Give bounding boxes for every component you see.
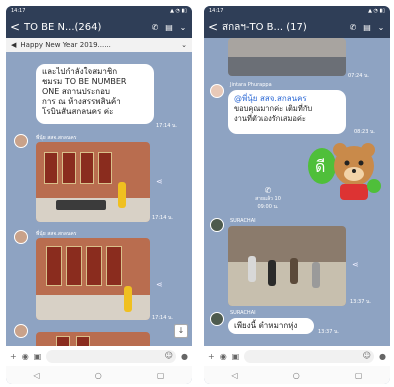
message-input[interactable]: ☺	[244, 349, 375, 363]
nav-back-icon[interactable]: ◁	[34, 371, 40, 380]
bear-sticker[interactable]: ดี	[304, 136, 384, 206]
nav-back-icon[interactable]: ◁	[232, 371, 238, 380]
message-input-bar: + ◉ ▣ ☺ ●	[6, 346, 192, 366]
status-icons: ▲ ◔ ▮▯	[170, 8, 187, 14]
message-input-bar: + ◉ ▣ ☺ ●	[204, 346, 390, 366]
system-nav-bar: ◁ ○ ▢	[204, 366, 390, 384]
chat-title: สกลฯ-TO B... (17)	[222, 21, 307, 33]
message-text: ขอบคุณมากค่ะ เติมที่กับ งานที่ตัวเองรักเ…	[234, 104, 313, 123]
camera-icon[interactable]: ◉	[22, 352, 29, 361]
nav-recent-icon[interactable]: ▢	[355, 371, 363, 380]
camera-icon[interactable]: ◉	[220, 352, 227, 361]
announcement-bar[interactable]: ◀ Happy New Year 2019...... ⌄	[6, 38, 192, 52]
chat-header: < TO BE N...(264) ✆ ▤ ⌄	[6, 16, 192, 38]
share-icon[interactable]: ⋖	[352, 260, 359, 269]
share-icon[interactable]: ⋖	[156, 177, 163, 186]
avatar[interactable]	[14, 324, 28, 338]
announcement-text: Happy New Year 2019......	[20, 41, 111, 49]
share-icon[interactable]: ⋖	[156, 280, 163, 289]
speaker-icon: ◀	[11, 41, 17, 49]
avatar[interactable]	[210, 218, 224, 232]
avatar[interactable]	[210, 84, 224, 98]
call-duration: 09:00 น.	[257, 204, 279, 210]
image-icon[interactable]: ▣	[232, 352, 240, 361]
back-icon[interactable]: <	[208, 20, 218, 34]
message-bubble[interactable]: เพียงนี้ ตำหมากหุ่ง	[228, 318, 314, 334]
system-nav-bar: ◁ ○ ▢	[6, 366, 192, 384]
sender-name: พี่นุ้ย สสจ.สกลนคร	[36, 231, 77, 237]
message-input[interactable]: ☺	[46, 349, 177, 363]
message-time: 17:14 น.	[156, 123, 178, 129]
mic-icon[interactable]: ●	[379, 352, 386, 361]
message-bubble[interactable]: และไปกำลังใจสมาชิก ชมรม TO BE NUMBER ONE…	[36, 64, 154, 124]
message-time: 13:37 น.	[350, 299, 372, 305]
plus-icon[interactable]: +	[10, 352, 17, 361]
plus-icon[interactable]: +	[208, 352, 215, 361]
status-time: 14:17	[11, 8, 26, 14]
message-time: 17:14 น.	[152, 215, 174, 221]
call-icon[interactable]: ✆	[150, 23, 160, 32]
call-icon[interactable]: ✆	[348, 23, 358, 32]
nav-home-icon[interactable]: ○	[95, 371, 102, 380]
scroll-down-button[interactable]: ↓	[174, 324, 188, 338]
phone-icon: ✆	[264, 186, 272, 195]
menu-icon[interactable]: ⌄	[178, 23, 188, 32]
menu-icon[interactable]: ⌄	[376, 23, 386, 32]
nav-recent-icon[interactable]: ▢	[157, 371, 165, 380]
back-icon[interactable]: <	[10, 20, 20, 34]
message-image[interactable]	[228, 226, 346, 306]
status-bar: 14:17 ▲ ◔ ▮▯	[204, 6, 390, 16]
notes-icon[interactable]: ▤	[164, 23, 174, 32]
message-time: 17:14 น.	[152, 315, 174, 321]
message-time: 13:37 น.	[318, 329, 340, 335]
notes-icon[interactable]: ▤	[362, 23, 372, 32]
status-icons: ▲ ◔ ▮▯	[368, 8, 385, 14]
message-time: 08:23 น.	[354, 129, 376, 135]
chat-area[interactable]: และไปกำลังใจสมาชิก ชมรม TO BE NUMBER ONE…	[6, 52, 192, 352]
status-time: 14:17	[209, 8, 224, 14]
mention-text[interactable]: @พี่นุ้ย สสจ.สกลนคร	[234, 93, 340, 104]
sender-name: SURACHAI	[230, 218, 256, 224]
message-image[interactable]	[36, 238, 150, 320]
sender-name: SURACHAI	[230, 310, 256, 316]
call-notice[interactable]: ✆ สายแล้ว 10 09:00 น.	[246, 186, 290, 211]
nav-home-icon[interactable]: ○	[293, 371, 300, 380]
chat-area[interactable]: 07:24 น. Jintara Phurappa @พี่นุ้ย สสจ.ส…	[204, 38, 390, 346]
emoji-icon[interactable]: ☺	[363, 351, 371, 360]
image-icon[interactable]: ▣	[34, 352, 42, 361]
status-bar: 14:17 ▲ ◔ ▮▯	[6, 6, 192, 16]
sender-name: Jintara Phurappa	[230, 82, 272, 88]
emoji-icon[interactable]: ☺	[165, 351, 173, 360]
call-label: สายแล้ว 10	[255, 196, 281, 202]
message-bubble[interactable]: @พี่นุ้ย สสจ.สกลนคร ขอบคุณมากค่ะ เติมที่…	[228, 90, 346, 134]
left-phone-screen: 14:17 ▲ ◔ ▮▯ < TO BE N...(264) ✆ ▤ ⌄ ◀ H…	[6, 6, 192, 384]
message-image[interactable]	[36, 142, 150, 222]
avatar[interactable]	[14, 230, 28, 244]
chevron-down-icon[interactable]: ⌄	[181, 41, 187, 49]
message-time: 07:24 น.	[348, 73, 370, 79]
avatar[interactable]	[210, 312, 224, 326]
right-phone-screen: 14:17 ▲ ◔ ▮▯ < สกลฯ-TO B... (17) ✆ ▤ ⌄ 0…	[204, 6, 390, 384]
chat-header: < สกลฯ-TO B... (17) ✆ ▤ ⌄	[204, 16, 390, 38]
chat-title: TO BE N...(264)	[24, 21, 102, 33]
avatar[interactable]	[14, 134, 28, 148]
sender-name: พี่นุ้ย สสจ.สกลนคร	[36, 135, 77, 141]
message-image[interactable]	[228, 38, 346, 76]
mic-icon[interactable]: ●	[181, 352, 188, 361]
svg-text:ดี: ดี	[315, 157, 325, 176]
